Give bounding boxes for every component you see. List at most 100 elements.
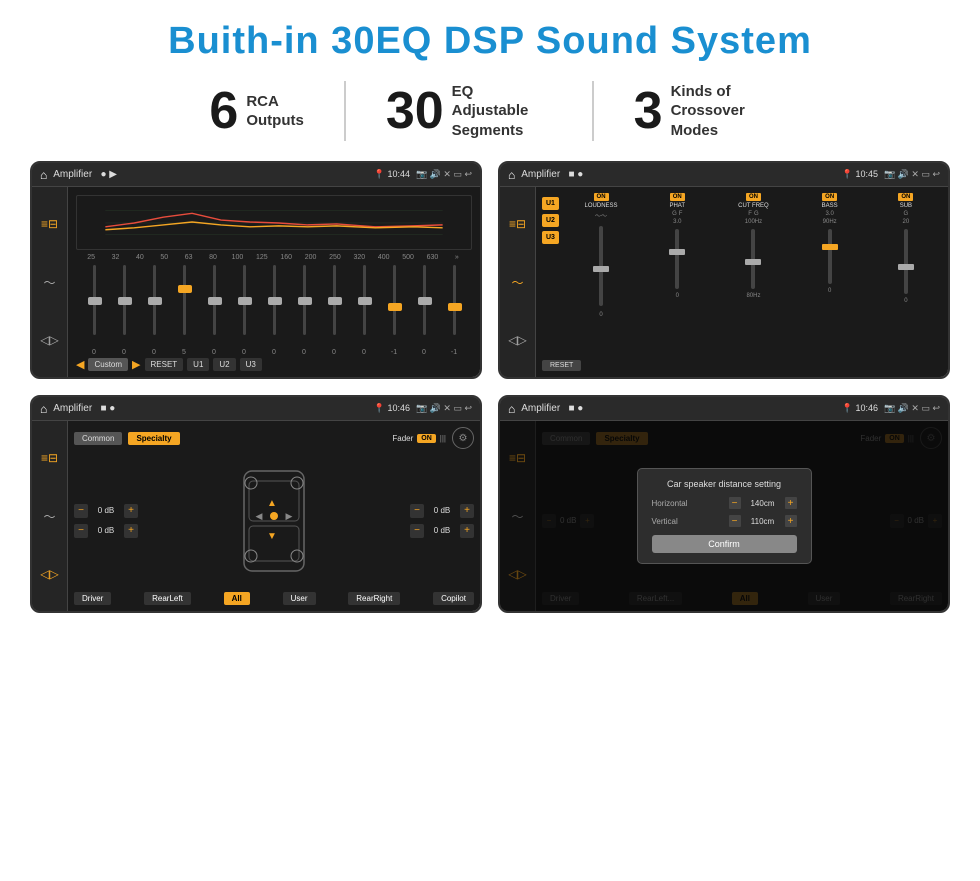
eq-slider-12[interactable] — [410, 265, 438, 345]
eq-slider-7[interactable] — [260, 265, 288, 345]
cutfreq-slider[interactable] — [751, 229, 755, 289]
loudness-label: LOUDNESS — [585, 203, 618, 209]
eq-slider-4[interactable] — [170, 265, 198, 345]
btn-driver[interactable]: Driver — [74, 592, 111, 605]
screens-grid: ⌂ Amplifier ● ▶ 📍 10:44 📷 🔊 ✕ ▭ ↩ ≡⊟ 〜 ◁… — [30, 161, 950, 613]
btn-reset-amp2[interactable]: RESET — [542, 360, 581, 371]
btn-reset[interactable]: RESET — [145, 358, 184, 371]
eq-slider-5[interactable] — [200, 265, 228, 345]
wave-icon-3[interactable]: 〜 — [38, 506, 62, 526]
btn-rearright[interactable]: RearRight — [348, 592, 400, 605]
channel-sub: ON SUB G 20 0 — [870, 193, 942, 304]
home-icon[interactable]: ⌂ — [40, 168, 47, 182]
btn-u2[interactable]: U2 — [213, 358, 235, 371]
eq-slider-8[interactable] — [290, 265, 318, 345]
prev-arrow[interactable]: ◀ — [76, 358, 84, 371]
minus-btn-1[interactable]: − — [74, 504, 88, 518]
settings-icon[interactable]: ⚙ — [452, 427, 474, 449]
bass-on[interactable]: ON — [822, 193, 837, 201]
plus-btn-4[interactable]: + — [460, 524, 474, 538]
topbar-icons-eq: 📷 🔊 ✕ ▭ ↩ — [416, 169, 472, 180]
tab-specialty[interactable]: Specialty — [128, 432, 179, 445]
vol-row-1: − 0 dB + — [74, 504, 138, 518]
cutfreq-on[interactable]: ON — [746, 193, 761, 201]
vol-val-3: 0 dB — [428, 506, 456, 515]
stat-number-eq: 30 — [386, 85, 444, 137]
v-plus[interactable]: + — [785, 515, 797, 527]
eq-slider-6[interactable] — [230, 265, 258, 345]
screen-body-amp2: ≡⊟ 〜 ◁▷ U1 U2 U3 — [500, 187, 948, 377]
dialog-title: Car speaker distance setting — [652, 479, 797, 489]
btn-u1[interactable]: U1 — [187, 358, 209, 371]
amp2-content: U1 U2 U3 ON LOUDNESS 〜〜 — [536, 187, 948, 377]
confirm-button[interactable]: Confirm — [652, 535, 797, 553]
screen-cross: ⌂ Amplifier ■ ● 📍 10:46 📷 🔊 ✕ ▭ ↩ ≡⊟ 〜 ◁… — [30, 395, 482, 613]
wave-icon[interactable]: 〜 — [38, 272, 62, 292]
eq-slider-11[interactable] — [380, 265, 408, 345]
time-cross: 📍 10:46 — [374, 403, 410, 414]
sub-on[interactable]: ON — [898, 193, 913, 201]
preset-u1[interactable]: U1 — [542, 197, 559, 210]
btn-user[interactable]: User — [283, 592, 316, 605]
btn-u3[interactable]: U3 — [240, 358, 262, 371]
eq-slider-13[interactable] — [440, 265, 468, 345]
sub-20: 20 — [903, 219, 910, 225]
tab-common[interactable]: Common — [74, 432, 122, 445]
channel-cutfreq: ON CUT FREQ FG 100Hz 80Hz — [717, 193, 789, 299]
eq-slider-3[interactable] — [140, 265, 168, 345]
phat-on[interactable]: ON — [670, 193, 685, 201]
bass-slider[interactable] — [828, 229, 832, 284]
minus-btn-2[interactable]: − — [74, 524, 88, 538]
preset-u3[interactable]: U3 — [542, 231, 559, 244]
home-icon-2[interactable]: ⌂ — [508, 168, 515, 182]
h-plus[interactable]: + — [785, 497, 797, 509]
btn-all[interactable]: All — [224, 592, 250, 605]
eq-slider-2[interactable] — [110, 265, 138, 345]
eq-icon-3[interactable]: ≡⊟ — [38, 448, 62, 468]
app-title-amp2: Amplifier ■ ● — [521, 169, 836, 180]
h-minus[interactable]: − — [729, 497, 741, 509]
topbar-icons-amp2: 📷 🔊 ✕ ▭ ↩ — [884, 169, 940, 180]
loudness-on[interactable]: ON — [594, 193, 609, 201]
phat-slider[interactable] — [675, 229, 679, 289]
topbar-amp2: ⌂ Amplifier ■ ● 📍 10:45 📷 🔊 ✕ ▭ ↩ — [500, 163, 948, 187]
svg-text:◀: ◀ — [256, 511, 263, 521]
home-icon-3[interactable]: ⌂ — [40, 402, 47, 416]
speaker-icon[interactable]: ◁▷ — [38, 330, 62, 350]
eq-icon-2[interactable]: ≡⊟ — [506, 214, 530, 234]
preset-u2[interactable]: U2 — [542, 214, 559, 227]
channels-row: ON LOUDNESS 〜〜 0 O — [565, 193, 942, 356]
v-minus[interactable]: − — [729, 515, 741, 527]
plus-btn-3[interactable]: + — [460, 504, 474, 518]
minus-btn-4[interactable]: − — [410, 524, 424, 538]
minus-btn-3[interactable]: − — [410, 504, 424, 518]
main-title: Buith-in 30EQ DSP Sound System — [168, 20, 812, 63]
btn-copilot[interactable]: Copilot — [433, 592, 474, 605]
speaker-icon-3[interactable]: ◁▷ — [38, 564, 62, 584]
loudness-slider[interactable] — [599, 226, 603, 306]
app-title-cross: Amplifier ■ ● — [53, 403, 368, 414]
preset-btns: U1 U2 U3 — [542, 193, 559, 356]
btn-rearleft[interactable]: RearLeft — [144, 592, 191, 605]
topbar-cross: ⌂ Amplifier ■ ● 📍 10:46 📷 🔊 ✕ ▭ ↩ — [32, 397, 480, 421]
horizontal-label: Horizontal — [652, 499, 725, 508]
eq-slider-1[interactable] — [80, 265, 108, 345]
next-arrow[interactable]: ▶ — [132, 358, 140, 371]
stat-crossover: 3 Kinds ofCrossover Modes — [594, 82, 811, 141]
home-icon-4[interactable]: ⌂ — [508, 402, 515, 416]
speaker-icon-2[interactable]: ◁▷ — [506, 330, 530, 350]
sub-g: G — [904, 211, 909, 217]
dialog-overlay: Car speaker distance setting Horizontal … — [500, 421, 948, 611]
preset-custom[interactable]: Custom — [88, 358, 128, 371]
eq-icon[interactable]: ≡⊟ — [38, 214, 62, 234]
svg-text:▶: ▶ — [286, 511, 293, 521]
plus-btn-2[interactable]: + — [124, 524, 138, 538]
eq-graph — [76, 195, 472, 250]
eq-slider-9[interactable] — [320, 265, 348, 345]
wave-icon-2[interactable]: 〜 — [506, 272, 530, 292]
sub-slider[interactable] — [904, 229, 908, 294]
vol-val-4: 0 dB — [428, 526, 456, 535]
fader-on[interactable]: ON — [417, 434, 436, 443]
eq-slider-10[interactable] — [350, 265, 378, 345]
plus-btn-1[interactable]: + — [124, 504, 138, 518]
